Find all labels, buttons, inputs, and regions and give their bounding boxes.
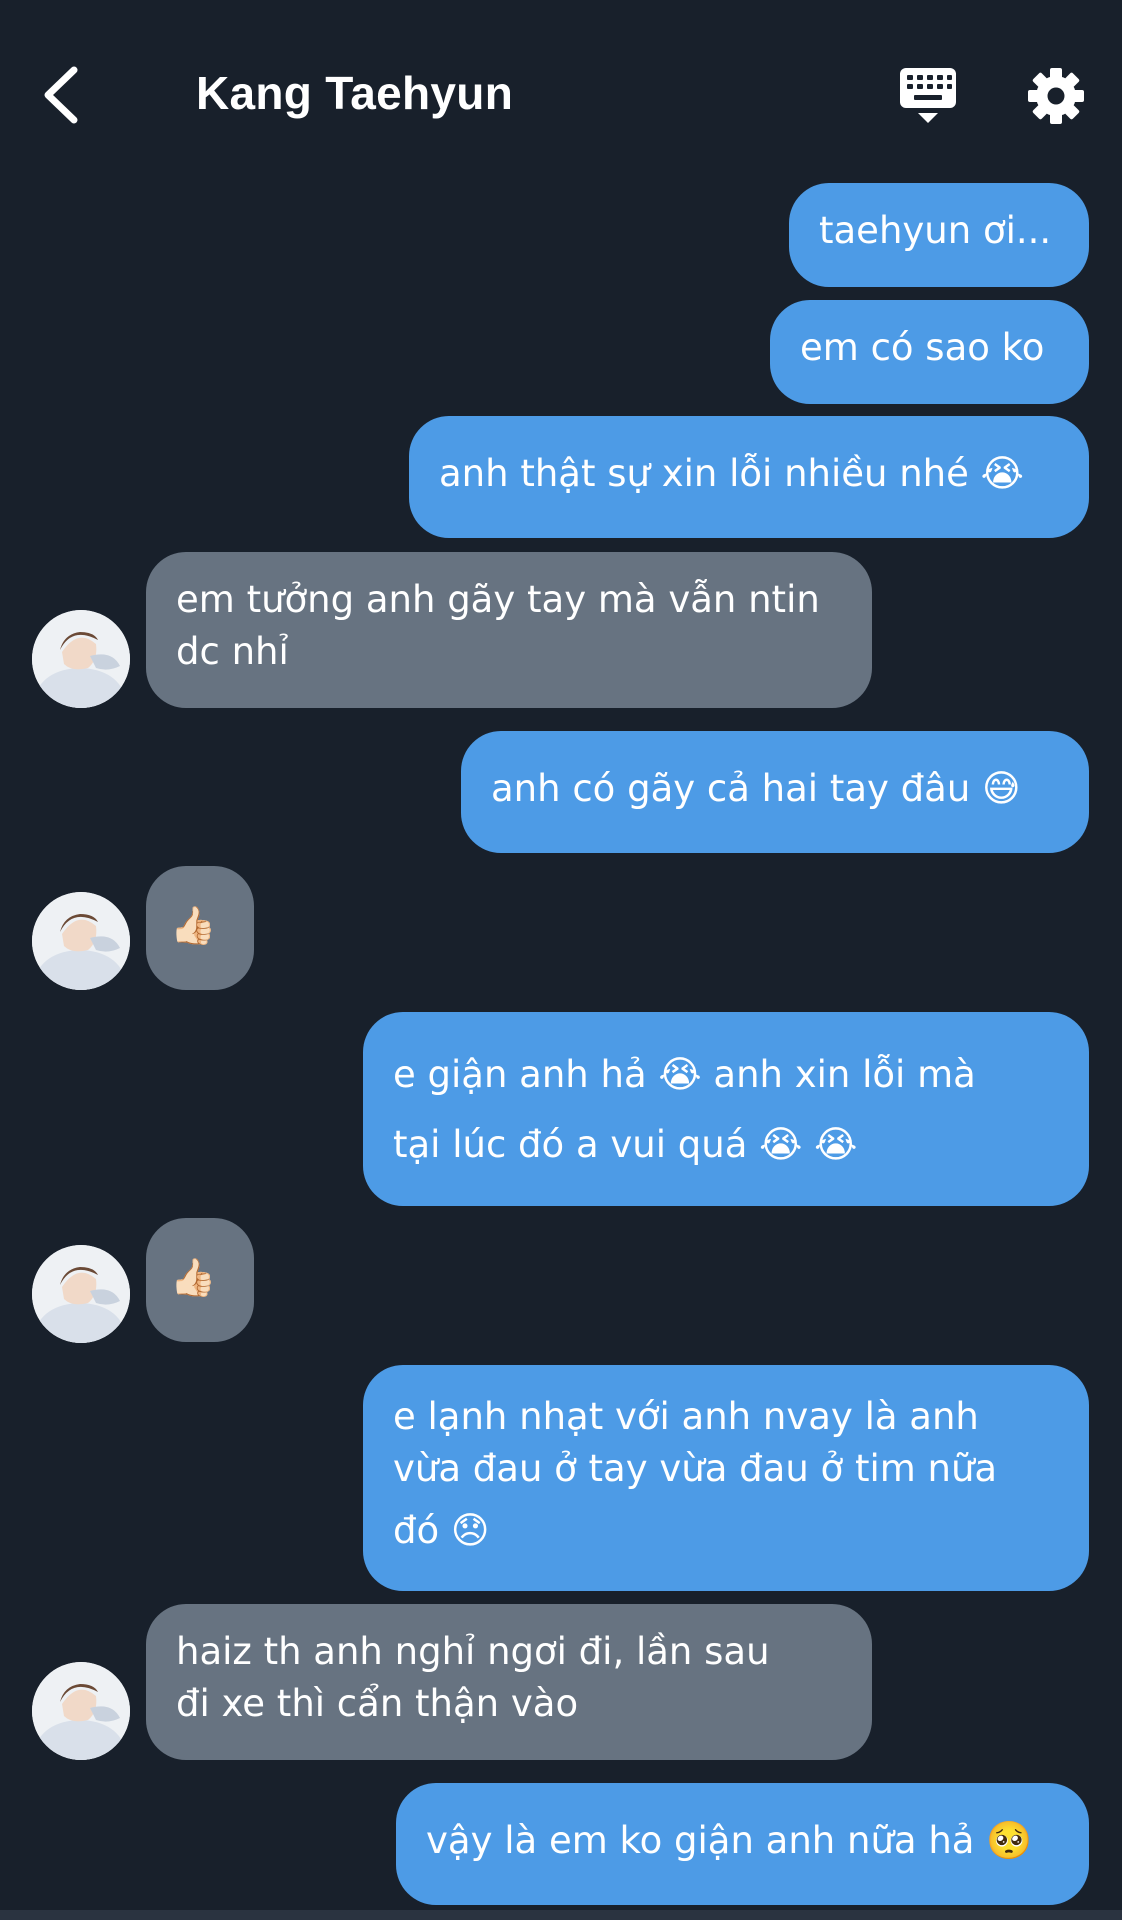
contact-name: Kang Taehyun (196, 67, 514, 119)
outgoing-message[interactable]: em có sao ko (770, 300, 1089, 404)
avatar-photo (32, 892, 130, 990)
outgoing-message[interactable]: anh thật sự xin lỗi nhiều nhé 😭 (409, 416, 1089, 538)
outgoing-message[interactable]: e lạnh nhạt với anh nvay là anh vừa đau … (363, 1365, 1089, 1591)
message-text: dc nhỉ (176, 630, 289, 673)
message-text: đi xe thì cẩn thận vào (176, 1682, 579, 1725)
outgoing-message[interactable]: taehyun ơi... (789, 183, 1089, 287)
message-text: em có sao ko (800, 326, 1045, 369)
message-text: anh thật sự xin lỗi nhiều nhé 😭 (439, 452, 1024, 495)
outgoing-message[interactable]: e giận anh hả 😭 anh xin lỗi mà tại lúc đ… (363, 1012, 1089, 1206)
message-text: 👍🏻 (170, 1256, 217, 1299)
keyboard-button[interactable] (898, 66, 958, 126)
message-text: e lạnh nhạt với anh nvay là anh (393, 1395, 979, 1438)
contact-avatar[interactable] (32, 1245, 130, 1343)
message-text: tại lúc đó a vui quá 😭 😭 (393, 1123, 858, 1166)
message-text: haiz th anh nghỉ ngơi đi, lần sau (176, 1630, 770, 1673)
message-text: taehyun ơi... (819, 209, 1052, 252)
chevron-left-icon (44, 66, 78, 124)
contact-avatar[interactable] (32, 892, 130, 990)
incoming-message[interactable]: haiz th anh nghỉ ngơi đi, lần sau đi xe … (146, 1604, 872, 1760)
avatar-photo (32, 1662, 130, 1760)
incoming-message[interactable]: 👍🏻 (146, 866, 254, 990)
avatar-photo (32, 1245, 130, 1343)
message-text: 👍🏻 (170, 904, 217, 947)
gear-icon (1028, 68, 1084, 124)
settings-button[interactable] (1026, 66, 1086, 126)
outgoing-message[interactable]: anh có gãy cả hai tay đâu 😅 (461, 731, 1089, 853)
message-text: vậy là em ko giận anh nữa hả 🥺 (426, 1819, 1033, 1862)
chat-screen: Kang Taehyun taehyun ơi... em có sao ko … (0, 0, 1122, 1920)
incoming-message[interactable]: 👍🏻 (146, 1218, 254, 1342)
message-text: anh có gãy cả hai tay đâu 😅 (491, 767, 1021, 810)
message-text: e giận anh hả 😭 anh xin lỗi mà (393, 1053, 976, 1096)
outgoing-message[interactable]: vậy là em ko giận anh nữa hả 🥺 (396, 1783, 1089, 1905)
contact-avatar[interactable] (32, 1662, 130, 1760)
message-text: em tưởng anh gãy tay mà vẫn ntin (176, 578, 820, 621)
bottom-divider (0, 1910, 1122, 1920)
back-button[interactable] (38, 60, 98, 130)
message-text: đó 😞 (393, 1509, 490, 1552)
message-text: vừa đau ở tay vừa đau ở tim nữa (393, 1447, 998, 1490)
chat-header: Kang Taehyun (0, 0, 1122, 170)
keyboard-icon (900, 68, 956, 123)
avatar-photo (32, 610, 130, 708)
incoming-message[interactable]: em tưởng anh gãy tay mà vẫn ntin dc nhỉ (146, 552, 872, 708)
contact-avatar[interactable] (32, 610, 130, 708)
